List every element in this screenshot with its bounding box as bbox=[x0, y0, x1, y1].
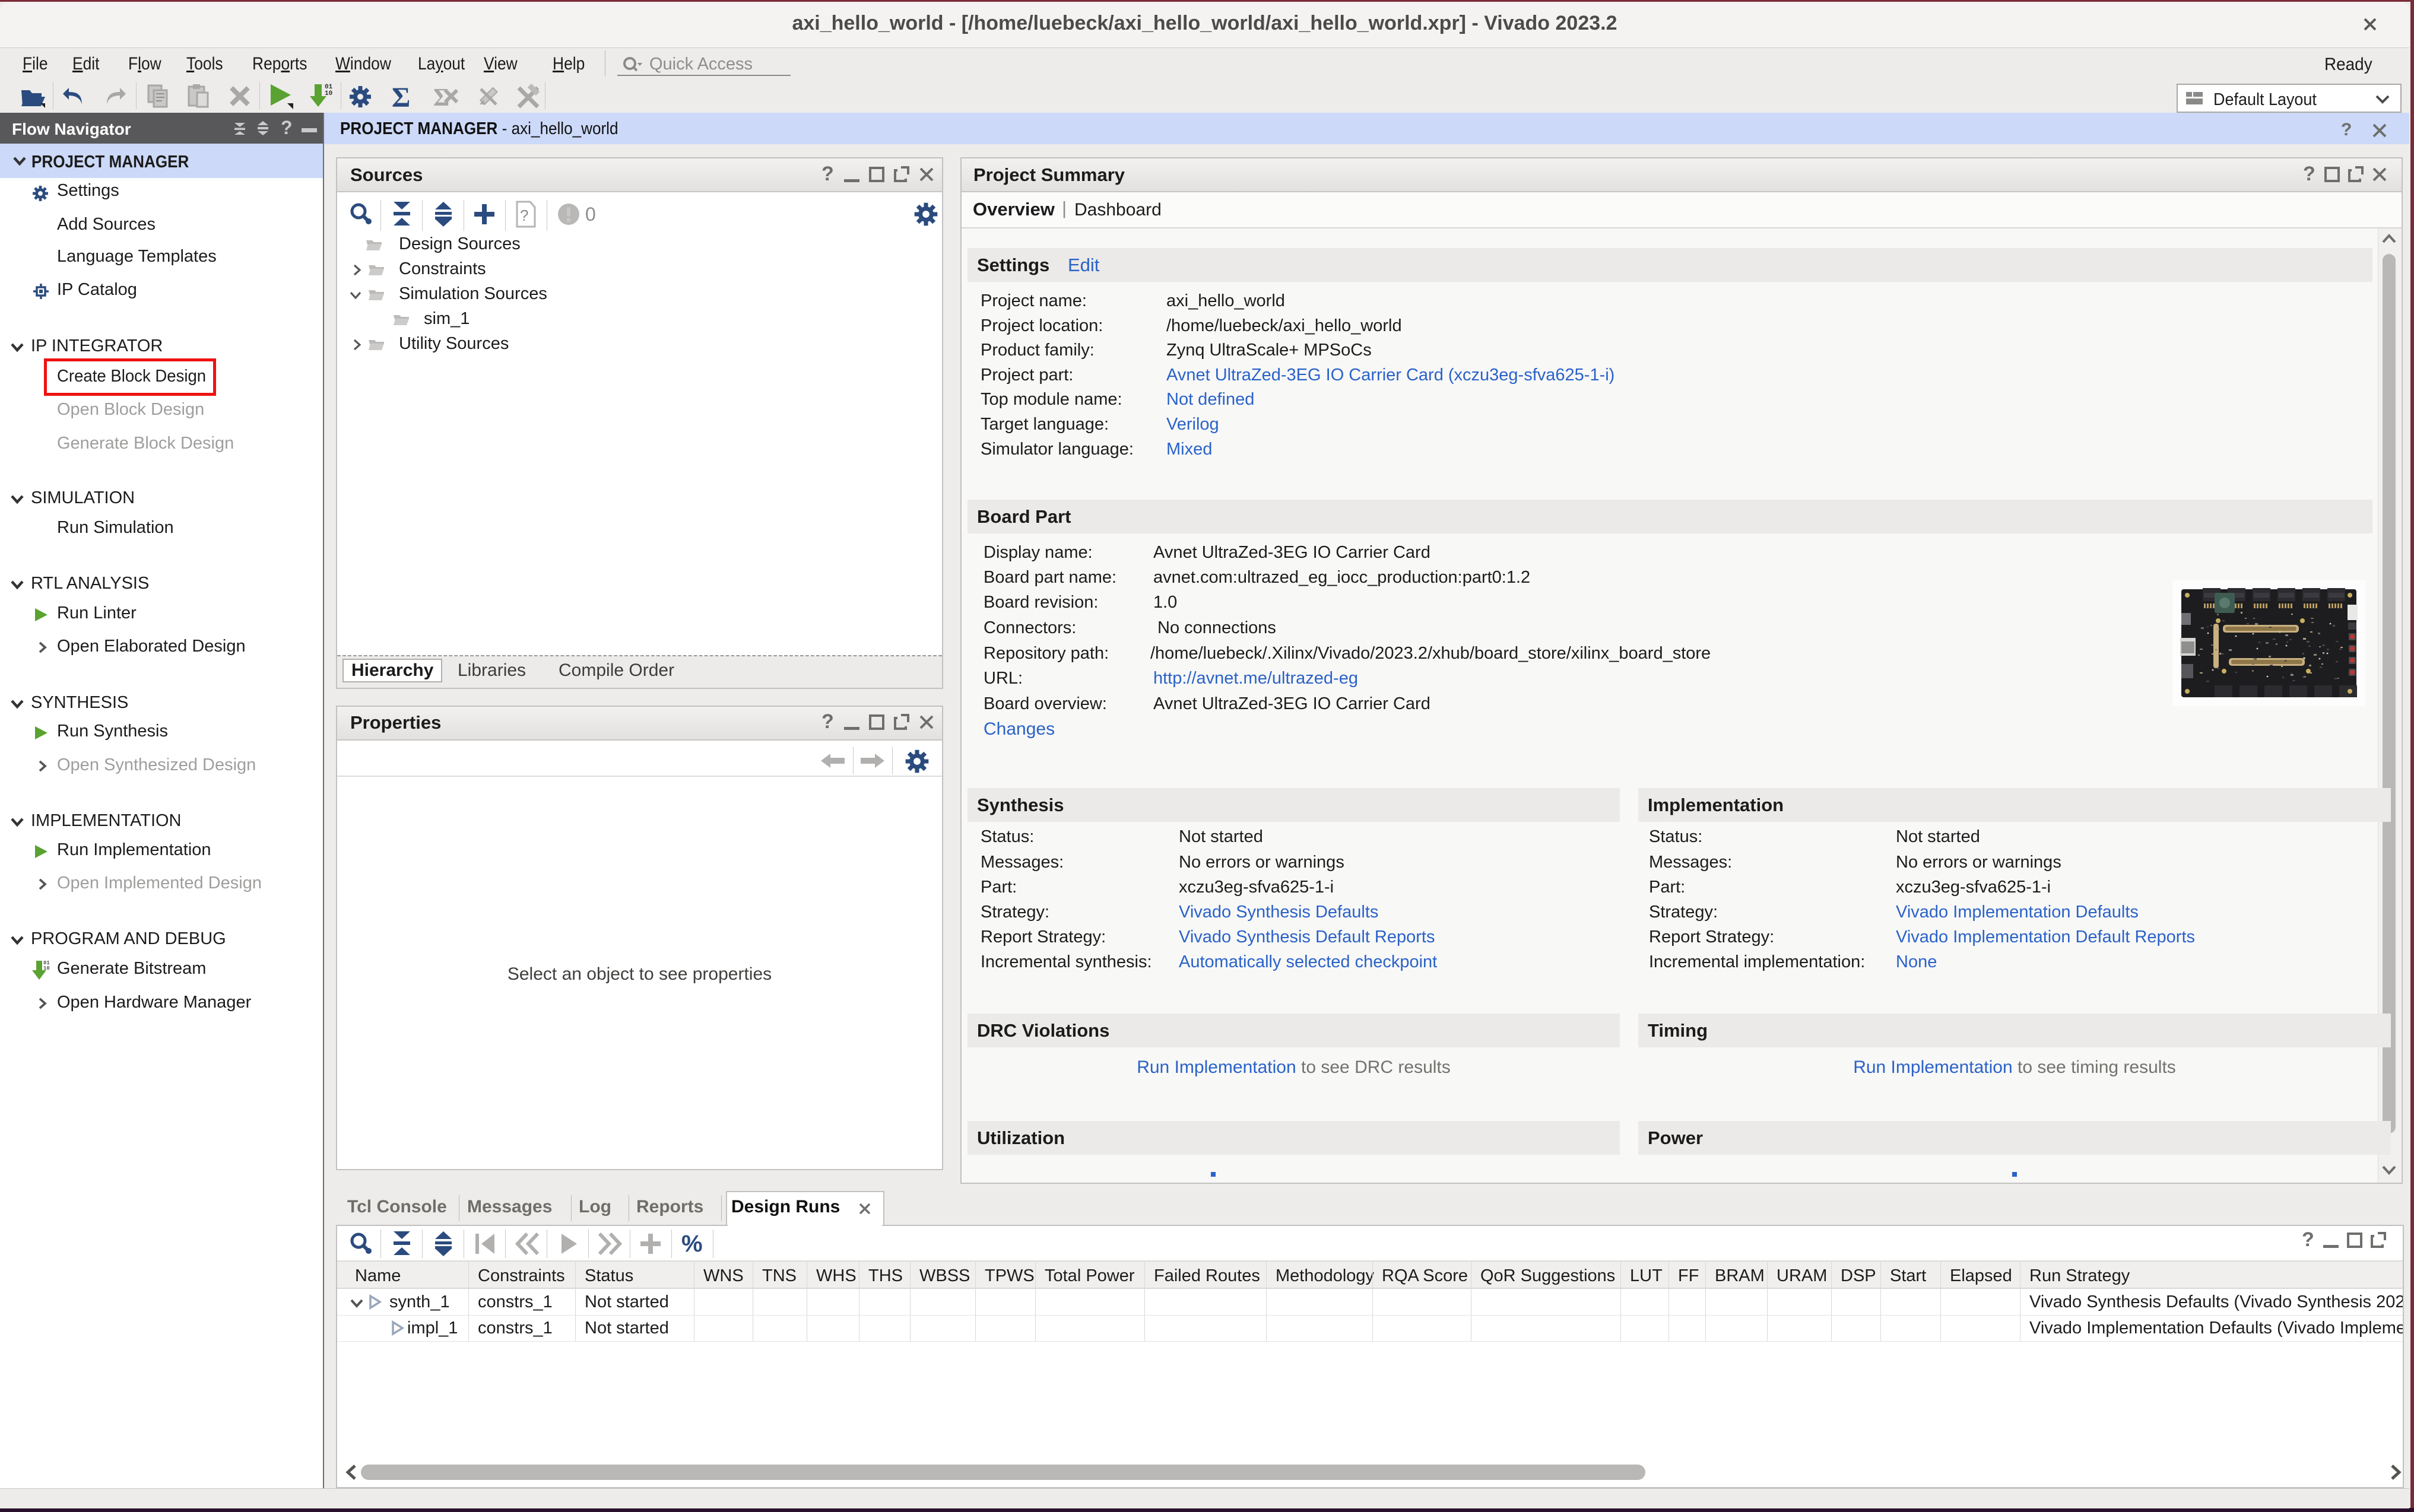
svg-text:?: ? bbox=[2302, 1230, 2314, 1251]
svg-text:10: 10 bbox=[325, 90, 332, 97]
svg-text:?: ? bbox=[2303, 164, 2315, 185]
svg-text:?: ? bbox=[520, 207, 528, 224]
svg-text:?: ? bbox=[821, 164, 834, 185]
svg-text:?: ? bbox=[281, 119, 293, 138]
svg-text:Σ: Σ bbox=[392, 82, 410, 110]
svg-text:10: 10 bbox=[43, 965, 50, 971]
svg-text:?: ? bbox=[2341, 120, 2352, 139]
svg-text:?: ? bbox=[821, 711, 834, 733]
svg-text:%: % bbox=[681, 1231, 703, 1255]
svg-text:Σ: Σ bbox=[433, 84, 449, 109]
